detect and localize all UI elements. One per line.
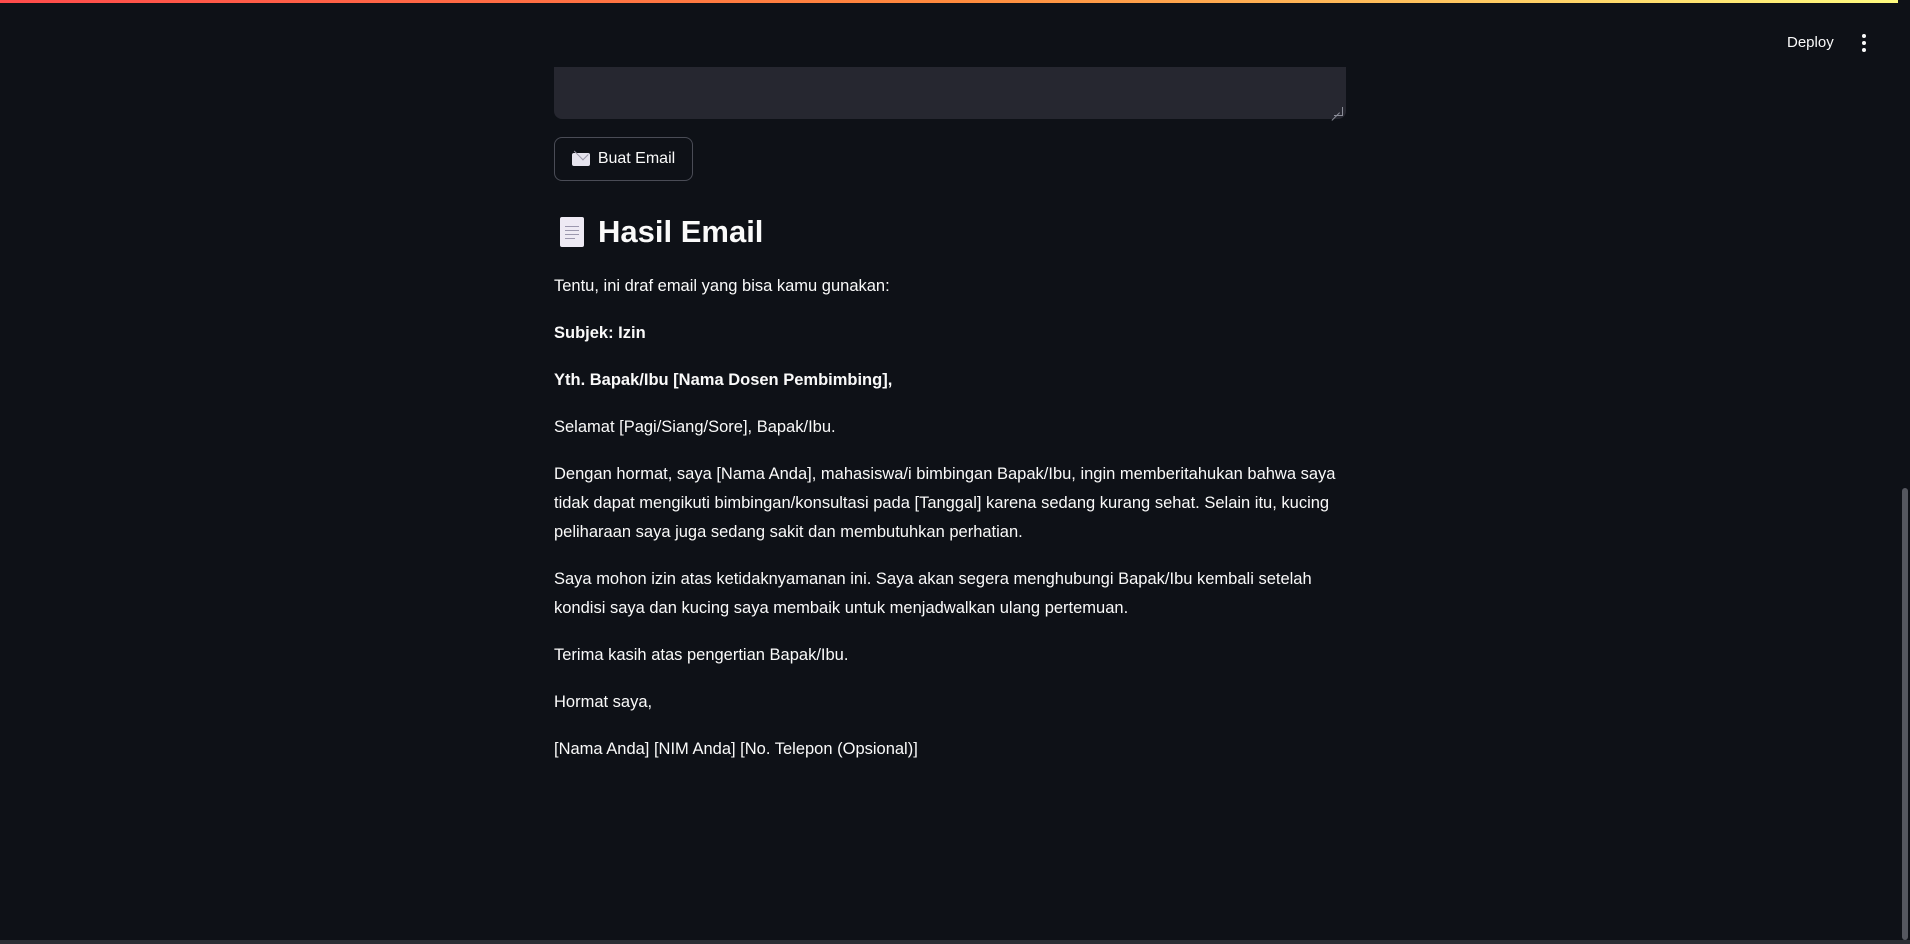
email-paragraph: Hormat saya, (554, 693, 653, 711)
window-bottom-edge (0, 940, 1910, 944)
menu-dot (1862, 48, 1866, 52)
document-icon (560, 217, 584, 247)
scrollbar-thumb[interactable] (1902, 488, 1908, 940)
menu-dot (1862, 34, 1866, 38)
create-email-button-label: Buat Email (597, 150, 676, 167)
email-result-body: Tentu, ini draf email yang bisa kamu gun… (554, 272, 1346, 782)
email-details-textarea[interactable] (554, 67, 1346, 119)
envelope-icon (571, 152, 590, 166)
email-paragraph: Yth. Bapak/Ibu [Nama Dosen Pembimbing], (554, 371, 893, 389)
deploy-button[interactable]: Deploy (1777, 28, 1844, 58)
email-paragraph: Selamat [Pagi/Siang/Sore], Bapak/Ibu. (554, 418, 836, 436)
resize-handle-icon[interactable] (1334, 107, 1343, 116)
email-paragraph: Terima kasih atas pengertian Bapak/Ibu. (554, 646, 849, 664)
email-paragraph: Dengan hormat, saya [Nama Anda], mahasis… (554, 465, 1336, 541)
create-email-button[interactable]: Buat Email (554, 137, 693, 181)
email-paragraph: Saya mohon izin atas ketidaknyamanan ini… (554, 570, 1312, 617)
result-title: Hasil Email (598, 214, 764, 249)
menu-dot (1862, 41, 1866, 45)
result-heading: Hasil Email (554, 210, 763, 254)
app-header: Deploy (0, 3, 1910, 73)
more-vertical-icon[interactable] (1852, 28, 1876, 58)
email-paragraph: [Nama Anda] [NIM Anda] [No. Telepon (Ops… (554, 740, 918, 758)
email-paragraph: Tentu, ini draf email yang bisa kamu gun… (554, 277, 890, 295)
email-paragraph: Subjek: Izin (554, 324, 646, 342)
